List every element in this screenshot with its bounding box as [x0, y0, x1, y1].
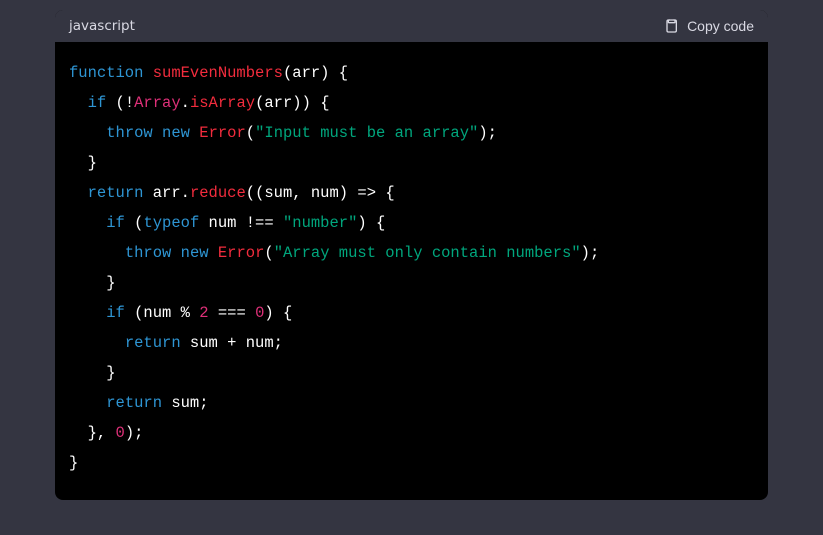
- code-token-default: }: [69, 454, 78, 472]
- code-token-default: },: [69, 424, 116, 442]
- code-token-default: );: [581, 244, 600, 262]
- code-token-default: (: [125, 214, 144, 232]
- copy-code-button[interactable]: Copy code: [663, 18, 754, 34]
- code-token-keyword: throw: [125, 244, 172, 262]
- code-token-string: "Input must be an array": [255, 124, 478, 142]
- code-token-string: "number": [283, 214, 357, 232]
- code-token-classname: Error: [199, 124, 246, 142]
- code-token-keyword: new: [181, 244, 209, 262]
- code-token-params: (: [283, 64, 292, 82]
- code-token-default: [153, 124, 162, 142]
- code-token-default: );: [125, 424, 144, 442]
- code-token-default: sum + num;: [181, 334, 283, 352]
- code-block-header: javascript Copy code: [55, 10, 768, 42]
- code-token-default: num !==: [199, 214, 283, 232]
- code-token-default: [69, 394, 106, 412]
- code-token-default: (: [264, 244, 273, 262]
- code-token-default: }: [69, 274, 116, 292]
- code-token-default: {: [376, 184, 395, 202]
- code-token-keyword: new: [162, 124, 190, 142]
- code-token-keyword: if: [106, 304, 125, 322]
- code-token-default: [69, 94, 88, 112]
- code-token-default: [69, 304, 106, 322]
- code-token-default: (!: [106, 94, 134, 112]
- code-token-default: .: [181, 94, 190, 112]
- code-token-funcname: sumEvenNumbers: [153, 64, 283, 82]
- clipboard-icon: [663, 18, 679, 34]
- code-token-classname: Error: [218, 244, 265, 262]
- code-token-default: [69, 244, 125, 262]
- code-token-default: arr.: [143, 184, 190, 202]
- code-token-default: (num %: [125, 304, 199, 322]
- code-token-title: reduce: [190, 184, 246, 202]
- code-token-default: sum;: [162, 394, 209, 412]
- code-token-default: }: [69, 154, 97, 172]
- code-token-default: );: [478, 124, 497, 142]
- code-token-default: ) {: [357, 214, 385, 232]
- code-token-string: "Array must only contain numbers": [274, 244, 581, 262]
- code-token-default: }: [69, 364, 116, 382]
- code-token-default: [69, 214, 106, 232]
- code-token-default: [209, 244, 218, 262]
- code-block: javascript Copy code function sumEvenNum…: [55, 10, 768, 500]
- code-token-number: 0: [255, 304, 264, 322]
- code-token-keyword: return: [125, 334, 181, 352]
- code-token-keyword: if: [106, 214, 125, 232]
- code-token-default: ===: [209, 304, 256, 322]
- code-token-keyword: if: [88, 94, 107, 112]
- code-token-default: [190, 124, 199, 142]
- code-token-number: 0: [116, 424, 125, 442]
- code-token-params: ) {: [320, 64, 348, 82]
- code-token-default: (: [246, 124, 255, 142]
- code-token-keyword: throw: [106, 124, 153, 142]
- code-token-default: [171, 244, 180, 262]
- code-token-default: ) {: [264, 304, 292, 322]
- code-token-params: ) =>: [339, 184, 376, 202]
- code-token-title: isArray: [190, 94, 255, 112]
- language-label: javascript: [69, 18, 135, 34]
- code-token-keyword: function: [69, 64, 153, 82]
- code-token-default: [69, 124, 106, 142]
- code-content[interactable]: function sumEvenNumbers(arr) { if (!Arra…: [55, 42, 768, 500]
- code-token-default: sum, num: [264, 184, 338, 202]
- code-token-keyword: return: [88, 184, 144, 202]
- code-token-variable: Array: [134, 94, 181, 112]
- code-token-keyword: return: [106, 394, 162, 412]
- code-token-default: (arr)) {: [255, 94, 329, 112]
- code-token-keyword: typeof: [143, 214, 199, 232]
- code-token-default: arr: [292, 64, 320, 82]
- code-token-default: (: [246, 184, 255, 202]
- code-token-default: [69, 184, 88, 202]
- code-token-params: (: [255, 184, 264, 202]
- copy-code-label: Copy code: [687, 18, 754, 34]
- code-token-number: 2: [199, 304, 208, 322]
- code-token-default: [69, 334, 125, 352]
